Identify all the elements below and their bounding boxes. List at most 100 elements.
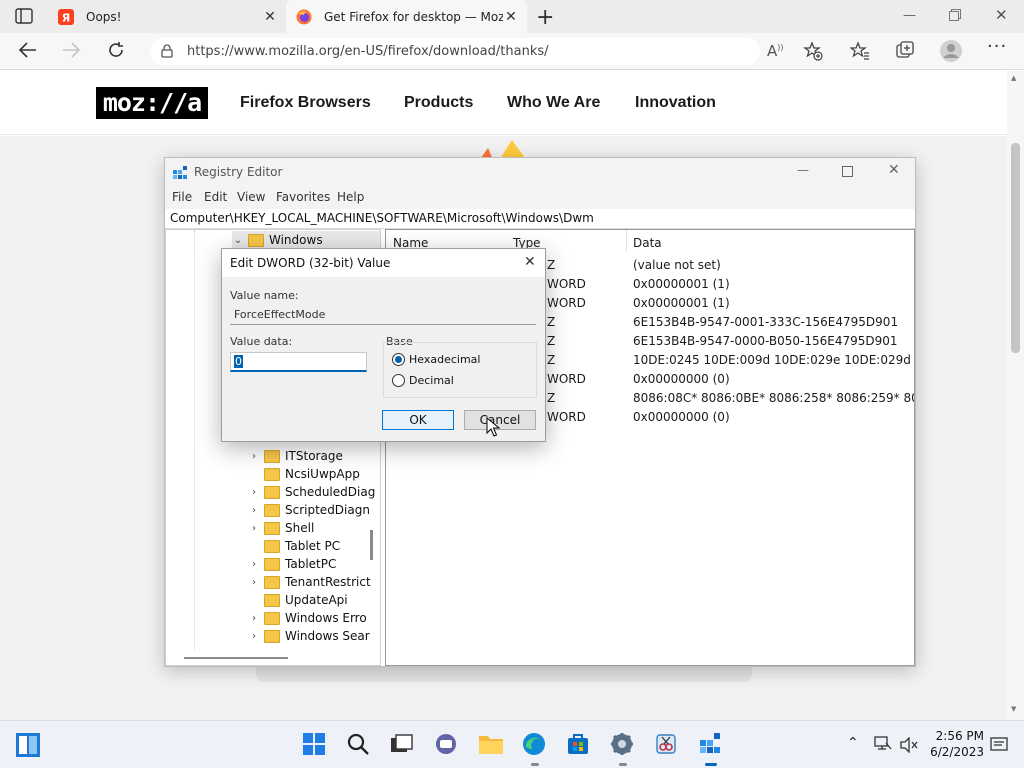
more-menu-icon[interactable]: ···: [987, 36, 1007, 57]
settings-icon[interactable]: [610, 732, 636, 766]
ok-button[interactable]: OK: [382, 410, 454, 430]
volume-muted-icon[interactable]: [900, 737, 918, 753]
address-field[interactable]: https://www.mozilla.org/en-US/firefox/do…: [150, 38, 760, 65]
microsoft-store-icon[interactable]: [566, 732, 592, 758]
task-view-icon[interactable]: [389, 732, 415, 758]
chevron-right-icon[interactable]: ›: [248, 613, 260, 624]
tree-item[interactable]: › ITStorage: [248, 447, 343, 465]
tree-item[interactable]: › Windows Erro: [248, 609, 367, 627]
radio-unselected-icon: [392, 374, 405, 387]
menu-file[interactable]: File: [172, 190, 192, 204]
scroll-down-icon[interactable]: ▼: [1011, 705, 1016, 713]
value-data: 8086:08C* 8086:0BE* 8086:258* 8086:259* …: [633, 391, 914, 405]
value-data-input[interactable]: 0: [230, 352, 367, 372]
nav-products[interactable]: Products: [404, 94, 473, 112]
tab-oops[interactable]: Я Oops! ✕: [48, 0, 286, 33]
maximize-icon[interactable]: [842, 166, 853, 177]
menu-edit[interactable]: Edit: [204, 190, 227, 204]
minimize-icon[interactable]: —: [797, 163, 809, 177]
value-data-label: Value data:: [230, 335, 293, 348]
file-explorer-icon[interactable]: [478, 732, 504, 758]
value-type: Z: [547, 353, 556, 367]
folder-icon: [264, 449, 280, 463]
back-icon[interactable]: [18, 41, 38, 59]
widgets-icon[interactable]: [16, 733, 40, 757]
refresh-icon[interactable]: [107, 41, 125, 59]
cancel-button[interactable]: Cancel: [464, 410, 536, 430]
tree-item[interactable]: NcsiUwpApp: [248, 465, 360, 483]
tab-get-firefox[interactable]: Get Firefox for desktop — Mozilla ✕: [286, 0, 527, 33]
favorites-icon[interactable]: [850, 41, 870, 61]
restore-window-icon[interactable]: [949, 9, 961, 21]
column-divider[interactable]: [626, 230, 627, 252]
tree-item[interactable]: › ScheduledDiag: [248, 483, 375, 501]
mozilla-logo[interactable]: moz://a: [96, 87, 208, 119]
radio-decimal[interactable]: Decimal: [392, 374, 454, 387]
tree-item[interactable]: › Shell: [248, 519, 314, 537]
tree-vscroll-thumb[interactable]: [370, 530, 373, 560]
notifications-icon[interactable]: [990, 737, 1008, 753]
teams-chat-icon[interactable]: [433, 732, 459, 758]
menu-view[interactable]: View: [237, 190, 265, 204]
registry-address-bar[interactable]: Computer\HKEY_LOCAL_MACHINE\SOFTWARE\Mic…: [165, 209, 915, 229]
close-icon[interactable]: ✕: [524, 254, 536, 270]
dialog-title-bar[interactable]: Edit DWORD (32-bit) Value ✕: [222, 249, 545, 277]
collections-icon[interactable]: [895, 41, 915, 61]
chevron-right-icon[interactable]: ›: [248, 505, 260, 516]
tab-actions-icon[interactable]: [15, 8, 33, 24]
value-type: WORD: [547, 296, 586, 310]
tree-item-windows[interactable]: ⌄ Windows: [232, 231, 380, 249]
new-tab-icon[interactable]: +: [536, 5, 554, 30]
tree-item-label: Windows Erro: [285, 611, 367, 625]
close-tab-icon[interactable]: ✕: [503, 9, 519, 25]
tree-item[interactable]: UpdateApi: [248, 591, 348, 609]
nav-firefox-browsers[interactable]: Firefox Browsers: [240, 94, 371, 112]
snipping-tool-icon[interactable]: [654, 732, 680, 758]
forward-icon[interactable]: [61, 41, 81, 59]
profile-avatar[interactable]: [940, 40, 962, 62]
tree-item-label: ITStorage: [285, 449, 343, 463]
folder-icon: [264, 629, 280, 643]
chevron-down-icon[interactable]: ⌄: [232, 235, 244, 246]
minimize-window-icon[interactable]: —: [903, 8, 916, 23]
clock-time[interactable]: 2:56 PM: [930, 729, 984, 743]
add-favorite-icon[interactable]: [803, 41, 823, 61]
search-icon[interactable]: [346, 732, 372, 758]
menu-favorites[interactable]: Favorites: [276, 190, 330, 204]
nav-who-we-are[interactable]: Who We Are: [507, 94, 600, 112]
page-scrollbar[interactable]: ▲ ▼: [1007, 71, 1024, 720]
chevron-right-icon[interactable]: ›: [248, 559, 260, 570]
menu-help[interactable]: Help: [337, 190, 364, 204]
folder-icon: [264, 557, 280, 571]
registry-editor-taskbar-icon[interactable]: [698, 732, 724, 766]
scroll-up-icon[interactable]: ▲: [1011, 74, 1016, 82]
clock-date[interactable]: 6/2/2023: [930, 745, 984, 759]
tree-item[interactable]: › ScriptedDiagn: [248, 501, 370, 519]
chevron-right-icon[interactable]: ›: [248, 631, 260, 642]
scrollbar-thumb[interactable]: [1011, 143, 1020, 353]
column-data[interactable]: Data: [633, 236, 662, 250]
chevron-right-icon[interactable]: ›: [248, 577, 260, 588]
chevron-right-icon[interactable]: ›: [248, 523, 260, 534]
registry-title-bar[interactable]: Registry Editor — ✕: [165, 158, 915, 187]
chevron-right-icon[interactable]: ›: [248, 451, 260, 462]
dialog-title: Edit DWORD (32-bit) Value: [230, 256, 391, 270]
tree-item[interactable]: › Windows Sear: [248, 627, 370, 645]
close-icon[interactable]: ✕: [888, 162, 900, 178]
tree-item[interactable]: › TenantRestrict: [248, 573, 371, 591]
chevron-right-icon[interactable]: ›: [248, 487, 260, 498]
tree-item[interactable]: Tablet PC: [248, 537, 340, 555]
close-window-icon[interactable]: ✕: [995, 6, 1008, 24]
close-tab-icon[interactable]: ✕: [262, 9, 278, 25]
start-menu-icon[interactable]: [302, 732, 328, 758]
lock-icon[interactable]: [161, 44, 173, 58]
radio-hexadecimal[interactable]: Hexadecimal: [392, 353, 480, 366]
tree-item[interactable]: › TabletPC: [248, 555, 336, 573]
chevron-up-icon[interactable]: ⌃: [847, 735, 859, 751]
nav-innovation[interactable]: Innovation: [635, 94, 716, 112]
tree-hscroll-thumb[interactable]: [184, 657, 288, 659]
read-aloud-icon[interactable]: A)): [767, 42, 784, 60]
network-icon[interactable]: [874, 736, 892, 752]
edge-browser-icon[interactable]: [522, 732, 548, 766]
value-name-text: ForceEffectMode: [234, 308, 326, 321]
